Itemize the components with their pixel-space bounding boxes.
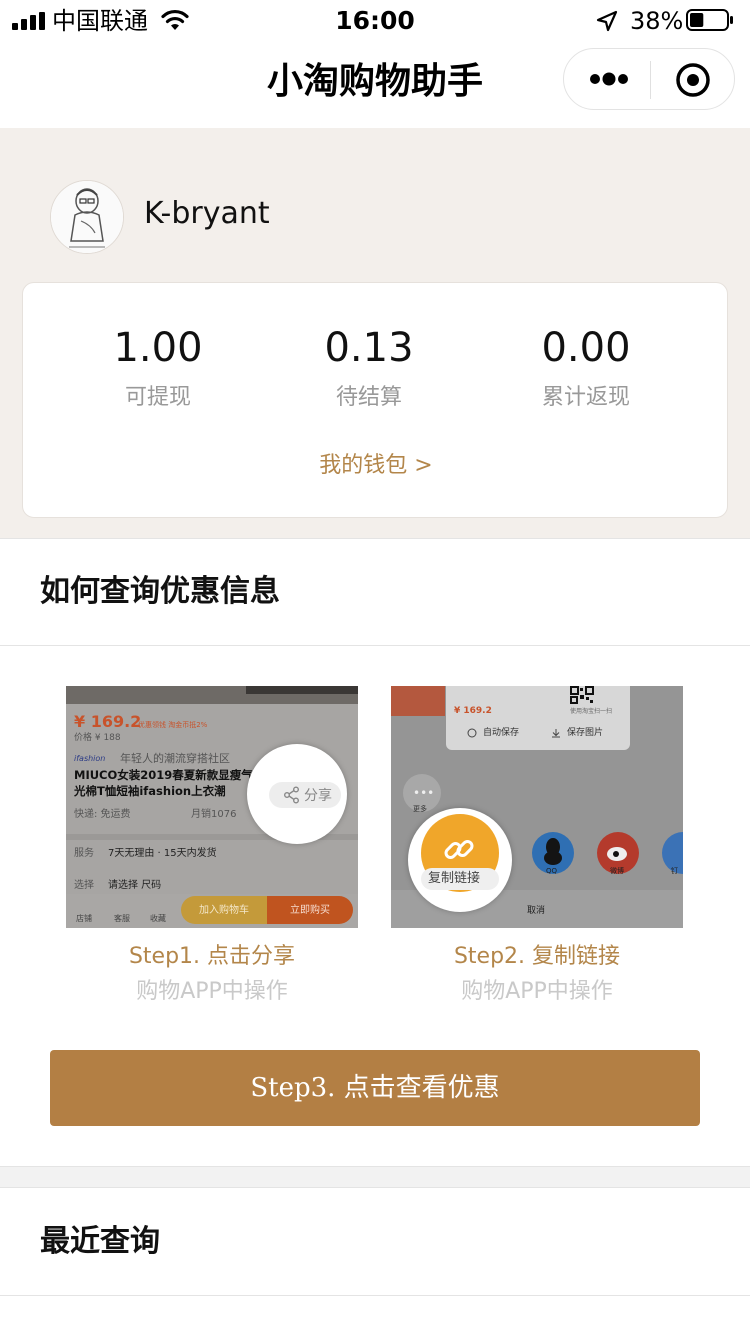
- mock-price-tags: 优惠领钱 淘金币抵2%: [138, 721, 208, 729]
- mock-ding-label: 钉: [671, 867, 678, 875]
- stat-withdrawable[interactable]: 1.00 可提现: [58, 321, 258, 415]
- link-icon: [444, 840, 474, 859]
- more-dots-icon[interactable]: [588, 67, 630, 91]
- stat-total-cashback[interactable]: 0.00 累计返现: [486, 321, 686, 415]
- weibo-icon: [607, 847, 627, 861]
- avatar[interactable]: [50, 180, 124, 254]
- mock-tab-shop: 店铺: [76, 914, 92, 923]
- nav-bar: 小淘购物助手: [0, 40, 750, 128]
- mock-cancel: 取消: [527, 906, 546, 916]
- mock-tab-fav: 收藏: [150, 914, 166, 923]
- mock-price: ¥ 169.2: [454, 706, 492, 716]
- divider: [0, 1295, 750, 1296]
- location-icon: [596, 10, 618, 32]
- how-to-title: 如何查询优惠信息: [40, 574, 280, 609]
- mock-tab-service: 客服: [114, 914, 130, 923]
- stat-label: 待结算: [335, 385, 402, 410]
- mock-shipping: 快递: 免运费: [74, 809, 131, 820]
- step1-image: ¥ 169.2 优惠领钱 淘金币抵2% 价格 ¥ 188 ifashion 年轻…: [66, 686, 358, 928]
- stat-value: 1.00: [113, 325, 203, 371]
- mock-price: ¥ 169.2: [74, 712, 142, 731]
- mock-service-label: 服务: [74, 848, 94, 859]
- section-gap: [0, 1166, 750, 1188]
- step1-caption: Step1. 点击分享: [128, 944, 296, 969]
- mock-more-label: 更多: [413, 805, 427, 813]
- avatar-sketch-icon: [51, 181, 123, 253]
- status-bar: 中国联通 16:00 38%: [0, 0, 750, 40]
- recent-title: 最近查询: [40, 1224, 160, 1259]
- mock-brand-slogan: 年轻人的潮流穿搭社区: [120, 752, 230, 765]
- stat-pending[interactable]: 0.13 待结算: [269, 321, 469, 415]
- step2-caption: Step2. 复制链接: [453, 944, 621, 969]
- mock-buy-now: 立即购买: [290, 905, 330, 916]
- radio-icon: [467, 728, 477, 738]
- username: K-bryant: [144, 196, 270, 231]
- step2-image: ¥ 169.2 使用淘宝扫一扫 自动保存 保存图片 ••• 更多 QQ 微博 钉…: [391, 686, 683, 928]
- carrier-label: 中国联通: [52, 7, 148, 35]
- stats-card: 1.00 可提现 0.13 待结算 0.00 累计返现 我的钱包 >: [22, 282, 728, 518]
- divider: [0, 538, 750, 539]
- step1-sub: 购物APP中操作: [136, 979, 288, 1004]
- mock-original-price: 价格 ¥ 188: [74, 733, 121, 743]
- profile-area: K-bryant 1.00 可提现 0.13 待结算 0.00 累计返现 我的钱…: [0, 128, 750, 538]
- stat-label: 可提现: [124, 385, 191, 410]
- stat-value: 0.13: [324, 325, 414, 371]
- mock-weibo-label: 微博: [610, 867, 624, 875]
- qr-code-icon: [570, 686, 594, 704]
- mock-sales: 月销1076: [191, 809, 237, 820]
- mock-save-image: 保存图片: [567, 728, 604, 738]
- share-icon: [284, 786, 299, 804]
- mock-service-text: 7天无理由 · 15天内发货: [108, 848, 217, 859]
- battery-percent: 38%: [630, 7, 684, 35]
- mock-copy-link: 复制链接: [428, 871, 481, 886]
- capsule-divider: [650, 61, 651, 99]
- download-icon: [552, 729, 560, 738]
- signal-icon: [12, 12, 45, 30]
- mock-brand: ifashion: [74, 754, 106, 763]
- mock-share-label: 分享: [304, 788, 332, 804]
- mock-select-label: 选择: [74, 880, 94, 891]
- wifi-icon: [161, 9, 189, 30]
- battery-icon: [686, 9, 733, 31]
- mock-select-text: 请选择 尺码: [108, 880, 162, 891]
- divider: [0, 645, 750, 646]
- my-wallet-link[interactable]: 我的钱包 >: [23, 449, 729, 483]
- mock-product-line2: 光棉T恤短袖ifashion上衣潮: [74, 784, 226, 798]
- mock-auto-save: 自动保存: [483, 728, 520, 738]
- menu-capsule: [563, 48, 735, 110]
- qq-penguin-icon: [544, 838, 562, 865]
- mock-qr-hint: 使用淘宝扫一扫: [570, 708, 613, 715]
- mock-add-cart: 加入购物车: [199, 905, 249, 916]
- target-circle-icon[interactable]: [674, 61, 712, 99]
- step2-sub: 购物APP中操作: [461, 979, 613, 1004]
- mock-qq-label: QQ: [546, 867, 558, 875]
- view-discount-button[interactable]: Step3. 点击查看优惠: [50, 1050, 700, 1126]
- stat-label: 累计返现: [541, 385, 630, 410]
- stat-value: 0.00: [541, 325, 631, 371]
- mock-product-line1: MIUCO女装2019春夏新款显瘦气: [74, 768, 253, 782]
